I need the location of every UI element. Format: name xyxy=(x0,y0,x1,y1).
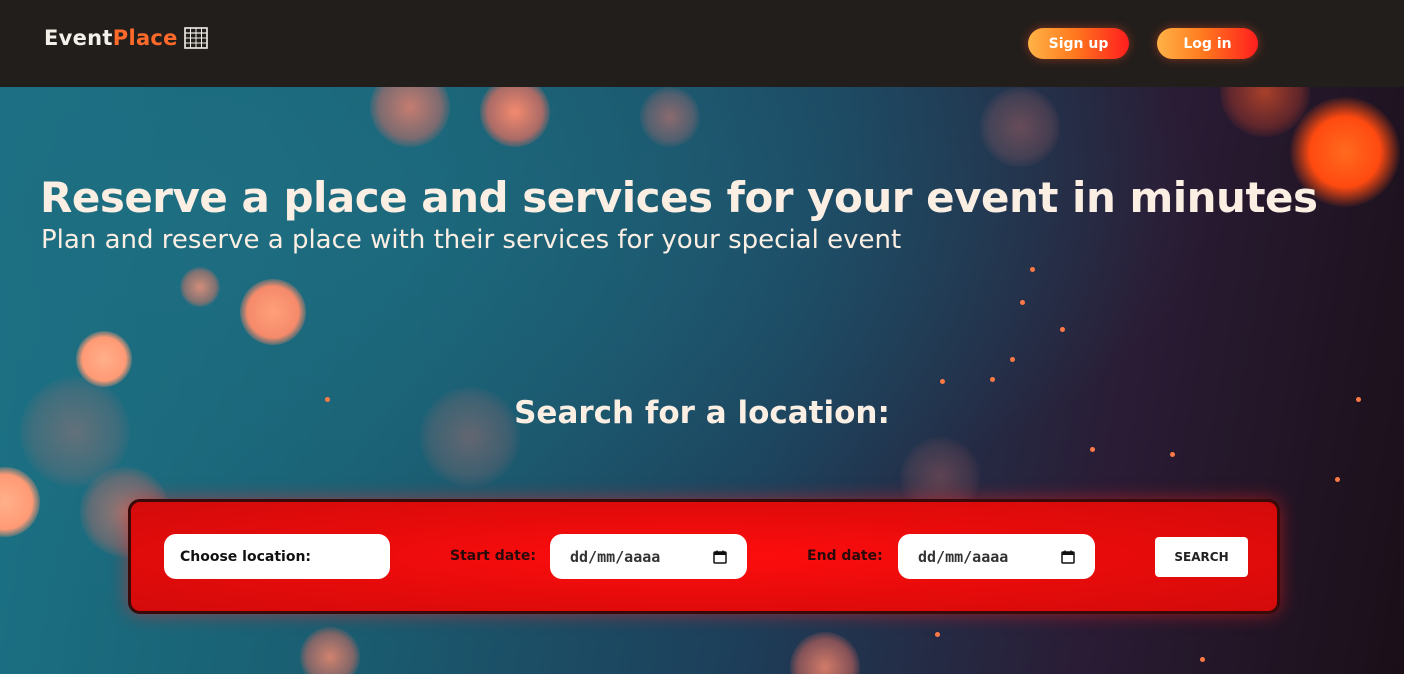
hero-subtitle: Plan and reserve a place with their serv… xyxy=(41,225,902,255)
calendar-icon[interactable] xyxy=(1061,550,1075,564)
start-date-value: dd/mm/aaaa xyxy=(570,547,661,566)
bokeh-light xyxy=(240,279,306,345)
spark xyxy=(1060,327,1065,332)
brand-logo[interactable]: Event Place xyxy=(44,26,208,50)
spark xyxy=(1170,452,1175,457)
bokeh-light xyxy=(640,87,700,147)
bokeh-light xyxy=(300,627,360,674)
hero-title: Reserve a place and services for your ev… xyxy=(40,173,1318,222)
logo-text-place: Place xyxy=(112,26,178,50)
hero-section: Reserve a place and services for your ev… xyxy=(0,87,1404,674)
building-icon xyxy=(183,27,208,49)
bokeh-light xyxy=(980,87,1060,167)
search-heading: Search for a location: xyxy=(514,395,890,431)
calendar-icon[interactable] xyxy=(713,550,727,564)
login-button[interactable]: Log in xyxy=(1157,28,1258,59)
bokeh-light xyxy=(0,467,40,537)
bokeh-light xyxy=(370,87,450,147)
start-date-input[interactable]: dd/mm/aaaa xyxy=(550,534,747,579)
spark xyxy=(1200,657,1205,662)
search-bar: Choose location: Start date: dd/mm/aaaa … xyxy=(128,499,1280,614)
bokeh-light xyxy=(76,331,132,387)
end-date-input[interactable]: dd/mm/aaaa xyxy=(898,534,1095,579)
spark xyxy=(940,379,945,384)
spark xyxy=(935,632,940,637)
bokeh-light xyxy=(1220,87,1310,137)
top-navbar: Event Place Sign up Log in xyxy=(0,0,1404,87)
logo-text-event: Event xyxy=(44,26,113,50)
start-date-label: Start date: xyxy=(450,548,536,564)
spark xyxy=(990,377,995,382)
end-date-value: dd/mm/aaaa xyxy=(918,547,1009,566)
spark xyxy=(1020,300,1025,305)
location-select[interactable]: Choose location: xyxy=(164,534,390,579)
bokeh-light xyxy=(20,377,130,487)
spark xyxy=(1010,357,1015,362)
bokeh-light xyxy=(480,87,550,147)
spark xyxy=(1030,267,1035,272)
search-button[interactable]: SEARCH xyxy=(1155,537,1248,577)
bokeh-light xyxy=(790,632,860,674)
end-date-label: End date: xyxy=(807,548,883,564)
signup-button[interactable]: Sign up xyxy=(1028,28,1129,59)
spark xyxy=(1090,447,1095,452)
bokeh-light xyxy=(180,267,220,307)
spark xyxy=(1335,477,1340,482)
